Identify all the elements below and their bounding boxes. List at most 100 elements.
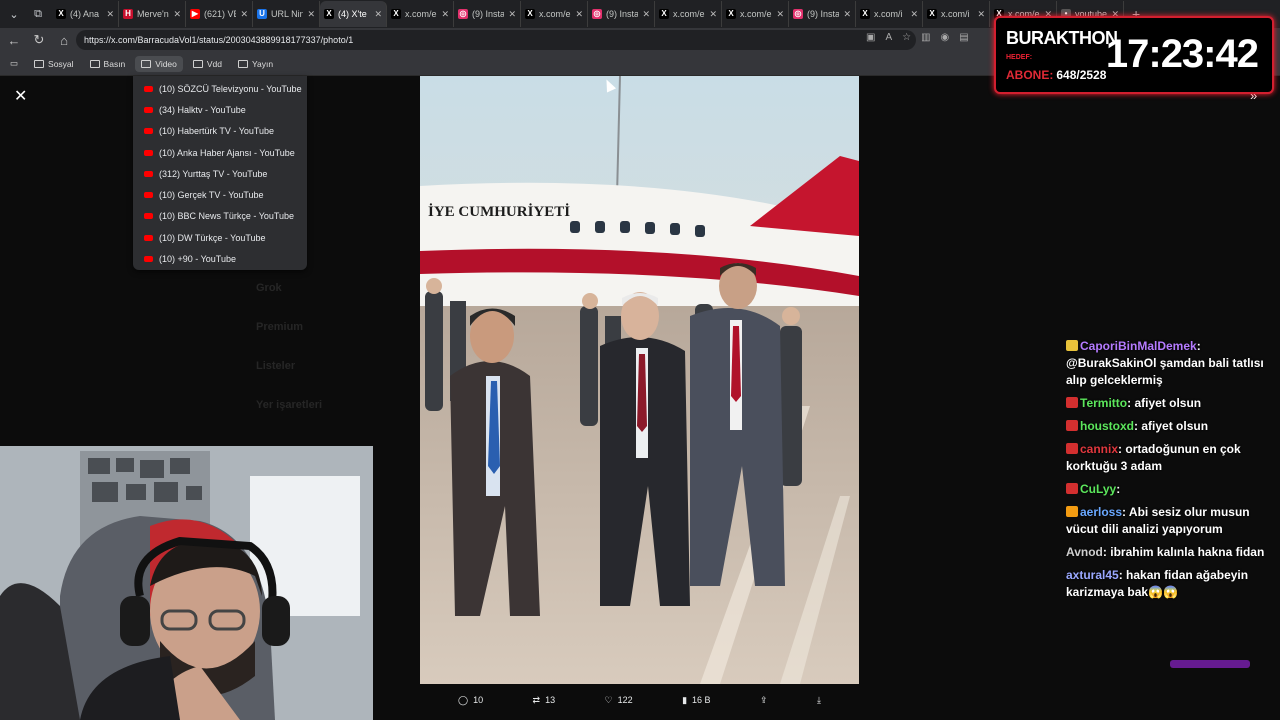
bookmark-menu-item[interactable]: (10) Anka Haber Ajansı - YouTube [133,142,307,163]
like-count: 122 [617,695,633,705]
chat-badge-icon [1066,397,1078,408]
chat-username: aerloss [1080,505,1123,519]
bookmark-menu-item[interactable]: (312) Yurttaş TV - YouTube [133,163,307,184]
repost-button[interactable]: ⇄ 13 [533,695,556,706]
youtube-icon [144,234,153,241]
extension-icon-3[interactable]: ▤ [959,32,968,43]
bookmark-menu-item[interactable]: (10) Habertürk TV - YouTube [133,121,307,142]
browser-tab[interactable]: Xx.com/e ✕ [387,1,454,27]
tab-close-icon[interactable]: ✕ [508,9,516,20]
read-aloud-icon[interactable]: A [885,32,892,43]
browser-tab[interactable]: ◎ (9) Insta ✕ [789,1,856,27]
tab-favicon-icon: X [525,9,535,19]
folder-icon [192,59,203,68]
tab-list: X (4) Ana ✕ H Merve'n ✕ ▶ (621) VE ✕ U URL Nin ✕ X (4… [52,1,1124,27]
tab-label: (4) X'te [338,9,367,19]
tab-close-icon[interactable]: ✕ [575,9,583,20]
video-folder-dropdown: (10) SÖZCÜ Televizyonu - YouTube (34) Hal… [133,76,307,270]
split-screen-icon[interactable]: ▣ [866,32,875,43]
workspaces-icon[interactable]: ⧉ [28,4,48,24]
subs-value: 648/2528 [1056,68,1107,82]
tab-favicon-icon: X [860,9,870,19]
bookmark-menu-item[interactable]: (10) DW Türkçe - YouTube [133,227,307,248]
browser-tab[interactable]: Xx.com/e ✕ [521,1,588,27]
browser-tab[interactable]: X (4) X'te ✕ [320,1,387,27]
close-icon[interactable]: ✕ [14,86,27,106]
tab-close-icon[interactable]: ✕ [374,9,382,20]
download-button[interactable]: ⤓ [817,695,821,706]
bookmark-folder[interactable]: Video [135,55,183,72]
browser-tab[interactable]: ◎ (9) Insta ✕ [454,1,521,27]
back-icon[interactable]: ← [3,29,25,51]
youtube-icon [144,85,153,92]
tab-close-icon[interactable]: ✕ [776,9,784,20]
tab-close-icon[interactable]: ✕ [843,9,851,20]
views-button[interactable]: ▮ 16 B [682,695,710,706]
reply-button[interactable]: ◯ 10 [458,695,483,706]
bookmark-menu-label: (34) Halktv - YouTube [159,104,246,115]
tab-label: x.com/e [740,9,772,19]
tab-favicon-icon: X [56,9,66,19]
chat-separator: : [1116,482,1121,496]
extension-icon-2[interactable]: ◉ [941,32,950,43]
bookmark-menu-label: (10) Gerçek TV - YouTube [159,190,264,201]
chat-message: Avnod: ibrahim kalınla hakna fidan [1066,544,1276,561]
browser-tab[interactable]: H Merve'n ✕ [119,1,186,27]
like-button[interactable]: ♡ 122 [605,695,633,706]
tab-favicon-icon: H [123,9,133,19]
bookmark-folder[interactable]: Yayın [232,56,279,72]
bookmarks-toggle-icon[interactable]: ▭ [4,55,24,72]
address-input[interactable]: https://x.com/BarracudaVol1/status/20030… [76,30,916,50]
dimmed-menu-item: Grok [256,282,282,294]
share-button[interactable]: ⇪ [760,695,768,706]
youtube-icon [144,256,153,263]
chat-separator: : [1196,339,1201,353]
chat-text: afiyet olsun [1134,396,1202,410]
tab-close-icon[interactable]: ✕ [173,9,181,20]
tab-close-icon[interactable]: ✕ [240,9,248,20]
tab-favicon-icon: X [726,9,736,19]
dimmed-menu-item: Listeler [256,360,296,372]
browser-tab[interactable]: U URL Nin ✕ [253,1,320,27]
tab-close-icon[interactable]: ✕ [642,9,650,20]
tab-close-icon[interactable]: ✕ [106,9,114,20]
tab-close-icon[interactable]: ✕ [709,9,717,20]
browser-tab[interactable]: ◎ (9) Insta ✕ [588,1,655,27]
tab-close-icon[interactable]: ✕ [977,9,985,20]
home-icon[interactable]: ⌂ [53,29,75,51]
heart-icon: ♡ [604,694,613,705]
bookmark-menu-item[interactable]: (10) +90 - YouTube [133,248,307,269]
stream-clock: 17:23:42 [1105,32,1259,76]
browser-tab[interactable]: Xx.com/i ✕ [923,1,990,27]
bookmark-menu-item[interactable]: (34) Halktv - YouTube [133,99,307,120]
bookmark-folder[interactable]: Vdd [187,56,228,72]
tab-search-icon[interactable]: ⌄ [4,4,24,24]
favorite-star-icon[interactable]: ☆ [902,32,911,43]
tab-close-icon[interactable]: ✕ [307,9,315,20]
bookmark-menu-item[interactable]: (10) SÖZCÜ Televizyonu - YouTube [133,78,307,99]
chat-text: afiyet olsun [1141,419,1209,433]
youtube-icon [144,170,153,177]
bookmark-folder[interactable]: Basın [84,56,132,72]
browser-tab[interactable]: X (4) Ana ✕ [52,1,119,27]
chat-message: CuLyy: [1066,481,1276,498]
bookmark-menu-label: (10) SÖZCÜ Televizyonu - YouTube [159,83,302,94]
bookmark-menu-item[interactable]: (10) BBC News Türkçe - YouTube [133,206,307,227]
reload-icon[interactable]: ↻ [28,29,50,51]
bookmark-folder[interactable]: Sosyal [28,56,80,72]
chat-badge-icon [1066,340,1078,351]
tab-favicon-icon: ◎ [592,9,602,19]
browser-tab[interactable]: ▶ (621) VE ✕ [186,1,253,27]
bookmark-menu-item[interactable]: (10) Gerçek TV - YouTube [133,184,307,205]
browser-tab[interactable]: Xx.com/e ✕ [655,1,722,27]
tab-label: (9) Insta [472,9,505,19]
browser-tab[interactable]: Xx.com/e ✕ [722,1,789,27]
url-text: https://x.com/BarracudaVol1/status/20030… [84,35,354,45]
chat-username: axtural45 [1066,568,1119,582]
browser-tab[interactable]: Xx.com/i ✕ [856,1,923,27]
tab-close-icon[interactable]: ✕ [910,9,918,20]
tab-close-icon[interactable]: ✕ [441,9,449,20]
extension-icon[interactable]: ▥ [921,32,930,43]
chat-message: cannix: ortadoğunun en çok korktuğu 3 ad… [1066,441,1276,475]
chat-username: Termitto [1080,396,1128,410]
